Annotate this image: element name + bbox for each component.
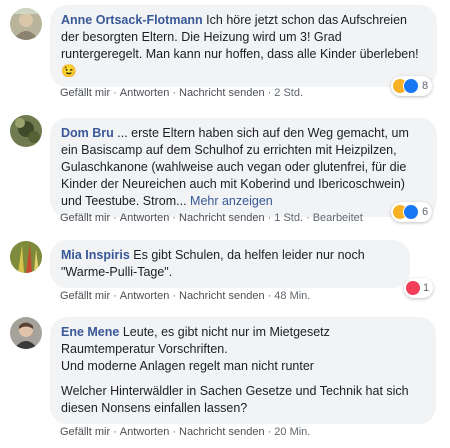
message-link[interactable]: Nachricht senden [179, 212, 265, 224]
comment-bubble: Mia Inspiris Es gibt Schulen, da helfen … [50, 240, 410, 288]
avatar[interactable] [10, 241, 42, 273]
reaction-summary[interactable]: 8 [391, 76, 433, 96]
reaction-count: 6 [422, 206, 429, 218]
comment-text: Und moderne Anlagen regelt man nicht run… [61, 359, 314, 373]
reaction-summary[interactable]: 6 [391, 202, 433, 222]
comment: Mia Inspiris Es gibt Schulen, da helfen … [0, 235, 450, 315]
comment-author[interactable]: Ene Mene [61, 325, 119, 339]
reply-link[interactable]: Antworten [120, 290, 170, 302]
edited-label[interactable]: Bearbeitet [313, 212, 363, 224]
reply-link[interactable]: Antworten [120, 87, 170, 99]
reply-link[interactable]: Antworten [120, 426, 170, 438]
comment-author[interactable]: Anne Ortsack-Flotmann [61, 13, 203, 27]
reaction-count: 1 [423, 282, 430, 294]
comment-author[interactable]: Dom Bru [61, 126, 114, 140]
comment-bubble: Dom Bru ... erste Eltern haben sich auf … [50, 118, 437, 217]
comment-time[interactable]: 20 Min. [274, 426, 310, 438]
comment-bubble: Ene Mene Leute, es gibt nicht nur im Mie… [50, 317, 436, 424]
reply-link[interactable]: Antworten [120, 212, 170, 224]
comment-time[interactable]: 1 Std. [274, 212, 303, 224]
comment-actions: Gefällt mir · Antworten · Nachricht senden · 2… [60, 87, 304, 99]
like-link[interactable]: Gefällt mir [60, 290, 110, 302]
like-icon [403, 78, 419, 94]
comment-actions: Gefällt mir · Antworten · Nachricht senden · 1… [60, 212, 363, 224]
love-icon [406, 281, 420, 295]
comment-actions: Gefällt mir · Antworten · Nachricht senden · 4… [60, 290, 311, 302]
wink-emoji: 😉 [61, 64, 77, 78]
comment-time[interactable]: 48 Min. [274, 290, 310, 302]
like-link[interactable]: Gefällt mir [60, 87, 110, 99]
reaction-count: 8 [422, 80, 429, 92]
avatar[interactable] [10, 115, 42, 147]
comment: Dom Bru ... erste Eltern haben sich auf … [0, 105, 450, 235]
comment-time[interactable]: 2 Std. [274, 87, 303, 99]
reaction-summary[interactable]: 1 [404, 278, 434, 298]
message-link[interactable]: Nachricht senden [179, 426, 265, 438]
comment-actions: Gefällt mir · Antworten · Nachricht senden · 2… [60, 426, 311, 438]
avatar[interactable] [10, 8, 42, 40]
avatar[interactable] [10, 317, 42, 349]
comment: Ene Mene Leute, es gibt nicht nur im Mie… [0, 315, 450, 448]
like-link[interactable]: Gefällt mir [60, 212, 110, 224]
comment: Anne Ortsack-Flotmann Ich höre jetzt sch… [0, 0, 450, 105]
comment-author[interactable]: Mia Inspiris [61, 248, 130, 262]
comment-bubble: Anne Ortsack-Flotmann Ich höre jetzt sch… [50, 5, 437, 87]
like-icon [403, 204, 419, 220]
message-link[interactable]: Nachricht senden [179, 87, 265, 99]
like-link[interactable]: Gefällt mir [60, 426, 110, 438]
message-link[interactable]: Nachricht senden [179, 290, 265, 302]
see-more-link[interactable]: Mehr anzeigen [190, 194, 273, 208]
comment-text: Welcher Hinterwäldler in Sachen Gesetze … [61, 384, 409, 415]
